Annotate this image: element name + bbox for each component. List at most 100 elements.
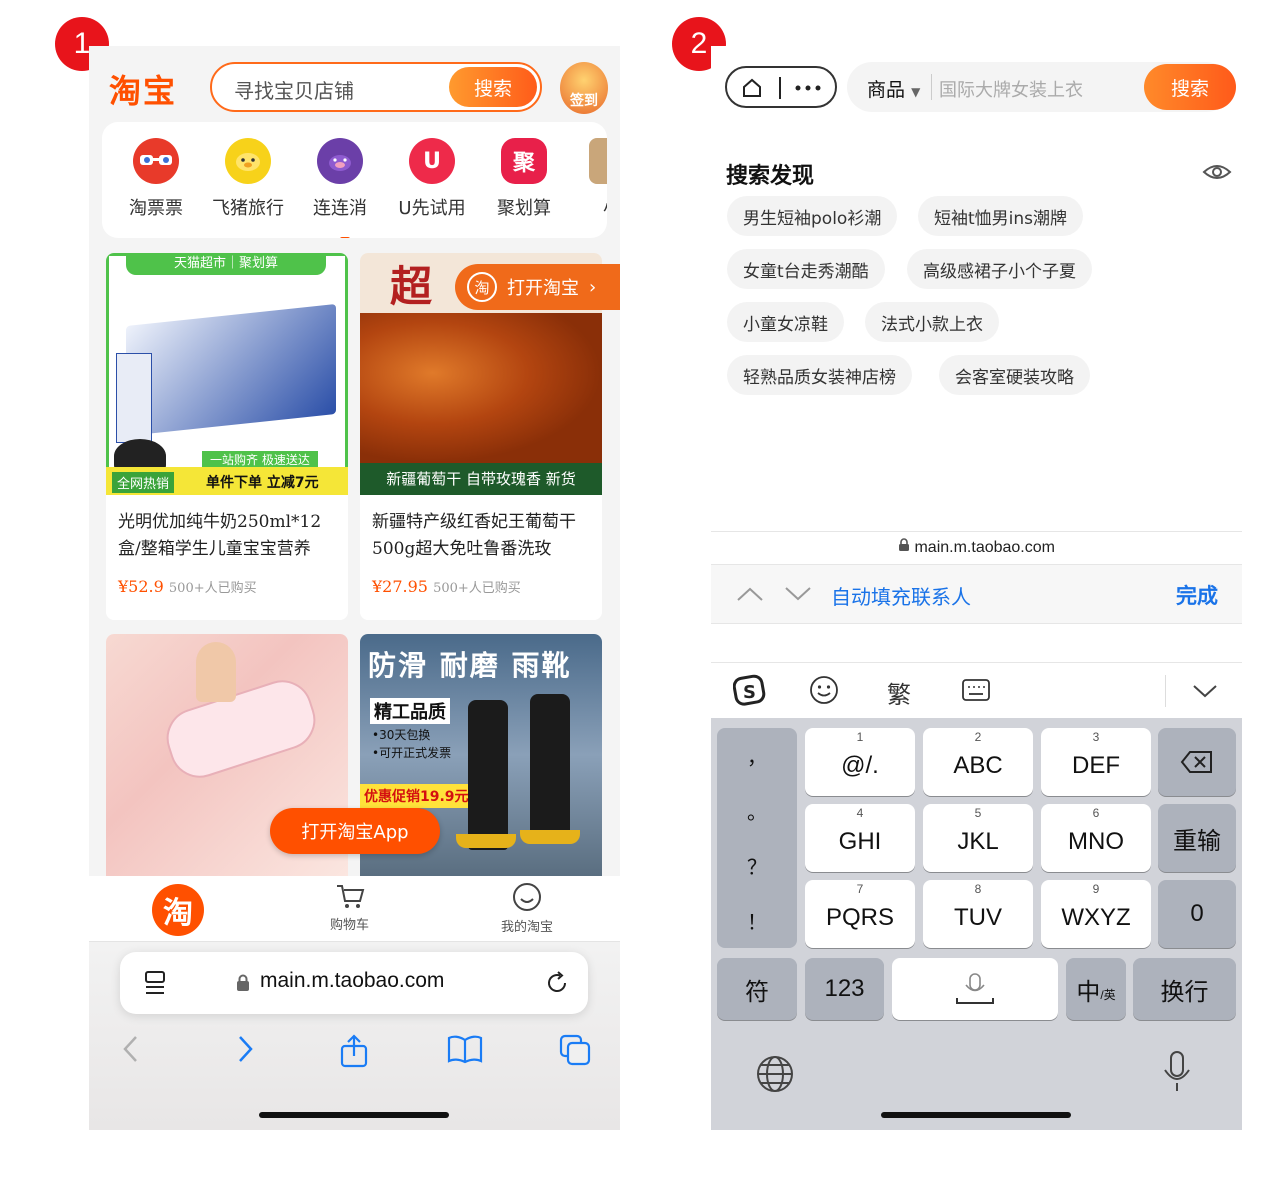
tab-cart[interactable]: 购物车: [330, 882, 369, 933]
search-button[interactable]: 搜索: [1144, 64, 1236, 110]
tab-home[interactable]: 淘: [152, 884, 204, 936]
keyboard-toolbar: S 繁: [711, 662, 1242, 718]
newline-key[interactable]: 换行: [1133, 958, 1236, 1020]
svg-text:S: S: [743, 682, 756, 703]
open-taobao-label: 打开淘宝: [507, 278, 579, 299]
next-field-icon[interactable]: [783, 585, 813, 603]
nav-label: 聚划算: [497, 198, 551, 219]
key-7[interactable]: 7 PQRS: [805, 880, 915, 948]
nav-item-u-trial[interactable]: U U先试用: [392, 138, 472, 220]
nav-item-taopiaopiao[interactable]: 淘票票: [116, 138, 196, 220]
tab-bar: 淘 购物车 我的淘宝: [89, 876, 620, 942]
open-taobao-banner[interactable]: 淘 打开淘宝 ›: [455, 264, 620, 310]
ju-glyph: 聚: [512, 151, 535, 176]
key-exclaim[interactable]: ！: [717, 893, 797, 948]
headline: 超: [390, 262, 433, 311]
key-2[interactable]: 2 ABC: [923, 728, 1033, 796]
signin-button[interactable]: 签到: [560, 62, 608, 114]
nav-item-more[interactable]: 小: [572, 138, 607, 220]
emoji-icon[interactable]: [809, 675, 839, 705]
key-label: 换行: [1160, 978, 1209, 1006]
key-number: 8: [974, 882, 982, 896]
tabs-icon[interactable]: [559, 1034, 591, 1066]
open-app-button[interactable]: 打开淘宝App: [270, 808, 440, 854]
nav-item-juhuasuan[interactable]: 聚 聚划算: [484, 138, 564, 220]
boot-left: [468, 700, 508, 850]
key-6[interactable]: 6 MNO: [1041, 804, 1151, 872]
key-label: 中: [1076, 978, 1101, 1006]
key-number: 1: [856, 730, 864, 744]
nav-item-fliggy[interactable]: 飞猪旅行: [208, 138, 288, 220]
key-1[interactable]: 1 @/.: [805, 728, 915, 796]
collapse-keyboard-icon[interactable]: [1191, 683, 1219, 699]
tab-mine[interactable]: 我的淘宝: [501, 882, 553, 935]
milk-box: [126, 303, 336, 437]
nav-label: 连连消: [313, 198, 367, 219]
promo-text: 单件下单 立减7元: [206, 475, 319, 491]
key-8[interactable]: 8 TUV: [923, 880, 1033, 948]
discover-chip[interactable]: 小童女凉鞋: [727, 302, 844, 342]
address-bar[interactable]: main.m.taobao.com: [120, 952, 588, 1014]
done-button[interactable]: 完成: [1176, 580, 1218, 610]
search-button[interactable]: 搜索: [449, 67, 537, 107]
key-label: DEF: [1072, 752, 1120, 779]
discover-chip[interactable]: 男生短袖polo衫潮: [727, 196, 898, 236]
traditional-chinese-toggle[interactable]: 繁: [887, 675, 911, 710]
home-tab-glyph: 淘: [163, 896, 193, 931]
eye-icon[interactable]: [1201, 158, 1233, 186]
symbol-key[interactable]: 符: [717, 958, 797, 1020]
page-menu-icon[interactable]: [144, 970, 168, 996]
backspace-key[interactable]: [1158, 728, 1236, 796]
nav-item-lianlianxiao[interactable]: 连连消: [300, 138, 380, 220]
key-number: 5: [974, 806, 982, 820]
nav-label: 淘票票: [129, 198, 183, 219]
pencil-case: [158, 672, 324, 786]
product-image: 天猫超市｜聚划算 一站购齐 极速送达 全网热销 单件下单 立减7元: [106, 253, 348, 495]
discover-chip[interactable]: 女童t台走秀潮酷: [727, 249, 885, 289]
back-icon[interactable]: [121, 1034, 141, 1064]
sogou-logo-icon[interactable]: S: [733, 673, 767, 707]
key-question[interactable]: ？: [717, 838, 797, 893]
globe-icon[interactable]: [755, 1054, 795, 1094]
caption-strip: 新疆葡萄干 自带玫瑰香 新货: [360, 463, 602, 495]
key-4[interactable]: 4 GHI: [805, 804, 915, 872]
discover-chip[interactable]: 会客室硬装攻略: [939, 355, 1090, 395]
cn-en-toggle[interactable]: 中/英: [1066, 958, 1126, 1020]
keyboard: ， 。 ？ ！ 1 @/. 2 ABC 3 DEF 4 GHI 5 JKL 6 MNO 重输…: [711, 718, 1242, 1130]
discover-chip[interactable]: 短袖t恤男ins潮牌: [918, 196, 1084, 236]
home-icon[interactable]: [741, 77, 763, 99]
key-0[interactable]: 0: [1158, 880, 1236, 948]
share-icon[interactable]: [339, 1034, 369, 1068]
previous-field-icon[interactable]: [735, 585, 765, 603]
forward-icon[interactable]: [235, 1034, 255, 1064]
discover-chip[interactable]: 法式小款上衣: [865, 302, 999, 342]
taobao-logo[interactable]: 淘宝: [109, 66, 177, 112]
bookmarks-icon[interactable]: [447, 1034, 483, 1064]
key-label: 123: [824, 975, 865, 1002]
key-5[interactable]: 5 JKL: [923, 804, 1033, 872]
product-card[interactable]: 天猫超市｜聚划算 一站购齐 极速送达 全网热销 单件下单 立减7元 光明优加纯牛…: [106, 253, 348, 620]
microphone-icon[interactable]: [1161, 1050, 1193, 1094]
discover-title: 搜索发现: [726, 164, 815, 189]
numeric-key[interactable]: 123: [805, 958, 884, 1020]
space-key[interactable]: [892, 958, 1058, 1020]
search-box[interactable]: 寻找宝贝店铺 搜索: [210, 62, 542, 112]
discover-chip[interactable]: 高级感裙子小个子夏: [907, 249, 1092, 289]
search-input[interactable]: 国际大牌女装上衣: [939, 76, 1083, 102]
keyboard-icon[interactable]: [961, 677, 991, 703]
key-label: JKL: [957, 828, 999, 855]
key-number: 4: [856, 806, 864, 820]
reenter-key[interactable]: 重输: [1158, 804, 1236, 872]
punctuation-column[interactable]: ， 。 ？ ！: [717, 728, 797, 948]
phone-screen-2: 商品 ▼ 国际大牌女装上衣 搜索 搜索发现 男生短袖polo衫潮 短袖t恤男in…: [711, 46, 1242, 1130]
key-9[interactable]: 9 WXYZ: [1041, 880, 1151, 948]
key-3[interactable]: 3 DEF: [1041, 728, 1151, 796]
autofill-contact-button[interactable]: 自动填充联系人: [831, 581, 971, 610]
key-comma[interactable]: ，: [717, 728, 797, 783]
more-dots-icon[interactable]: [795, 85, 821, 91]
key-sublabel: /英: [1100, 987, 1116, 1002]
key-period[interactable]: 。: [717, 783, 797, 838]
category-select[interactable]: 商品 ▼: [867, 75, 920, 102]
discover-chip[interactable]: 轻熟品质女装神店榜: [727, 355, 912, 395]
reload-icon[interactable]: [544, 970, 570, 996]
